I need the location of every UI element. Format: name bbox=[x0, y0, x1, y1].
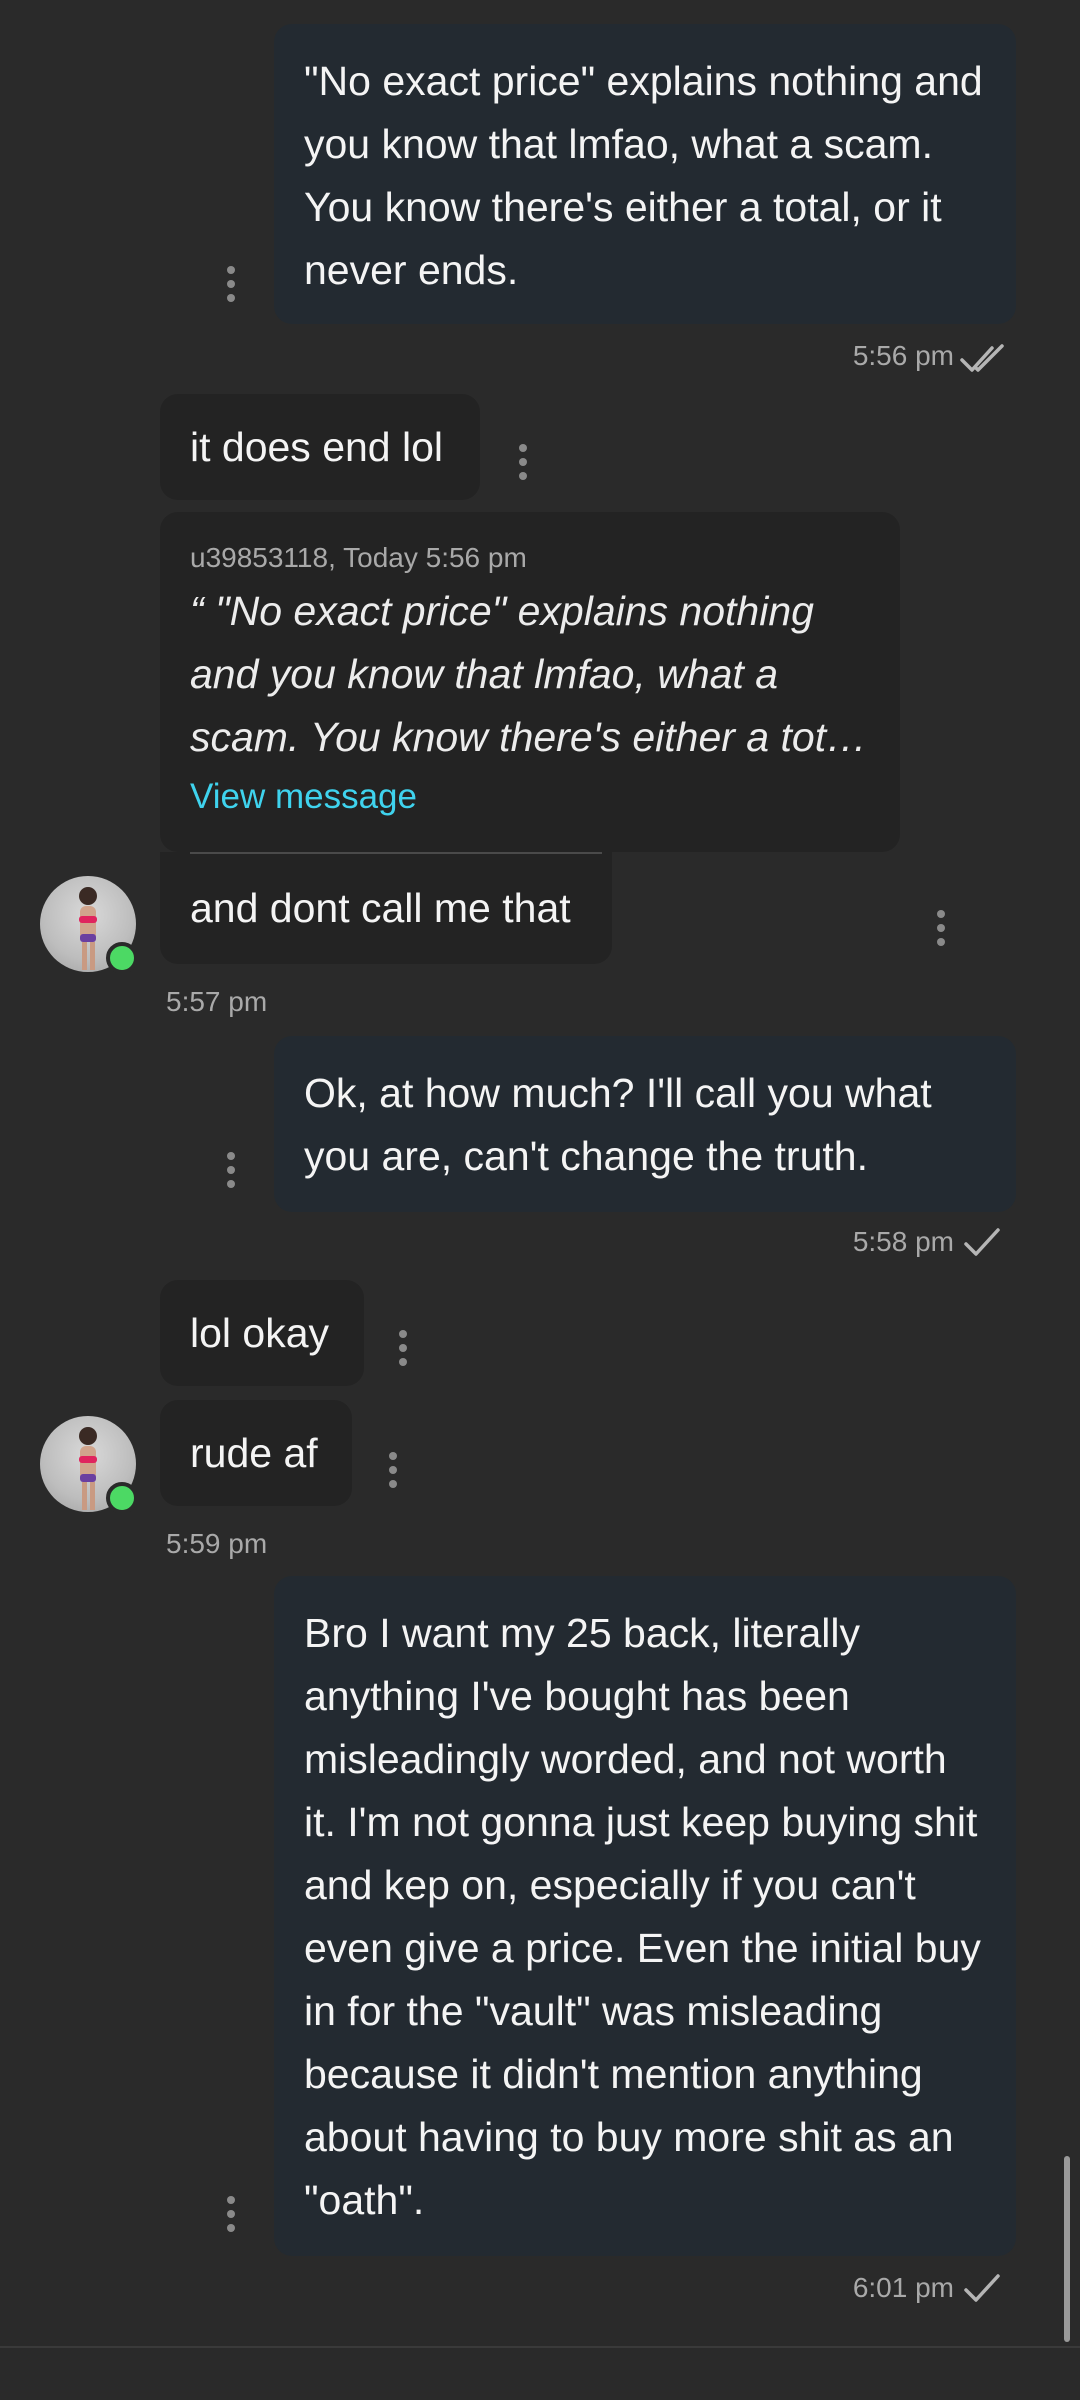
message-text: it does end lol bbox=[190, 423, 444, 470]
message-options-button[interactable] bbox=[388, 1452, 398, 1488]
scrollbar-thumb[interactable] bbox=[1064, 2156, 1070, 2342]
check-icon bbox=[962, 2272, 1002, 2309]
message-timestamp: 6:01 pm bbox=[852, 2272, 954, 2303]
double-check-icon bbox=[958, 342, 1008, 379]
outgoing-message[interactable]: "No exact price" explains nothing and yo… bbox=[274, 24, 1016, 324]
top-cut-timestamp bbox=[166, 0, 286, 2]
quoted-message-text: “ "No exact price" explains nothing and … bbox=[190, 588, 868, 760]
quoted-message-meta: u39853118, Today 5:56 pm bbox=[190, 542, 527, 573]
message-text: "No exact price" explains nothing and yo… bbox=[304, 58, 983, 293]
incoming-message[interactable]: rude af bbox=[160, 1400, 352, 1506]
divider bbox=[190, 852, 602, 854]
message-options-button[interactable] bbox=[518, 444, 528, 480]
message-options-button[interactable] bbox=[936, 910, 946, 946]
incoming-message[interactable]: it does end lol bbox=[160, 394, 480, 500]
message-text: and dont call me that bbox=[190, 884, 571, 931]
check-icon bbox=[962, 1226, 1002, 1263]
message-timestamp: 5:56 pm bbox=[852, 340, 954, 371]
message-text: Ok, at how much? I'll call you what you … bbox=[304, 1070, 932, 1179]
bottom-divider bbox=[0, 2346, 1080, 2348]
outgoing-message[interactable]: Ok, at how much? I'll call you what you … bbox=[274, 1036, 1016, 1212]
view-message-link[interactable]: View message bbox=[190, 777, 870, 817]
incoming-message[interactable]: lol okay bbox=[160, 1280, 364, 1386]
message-timestamp: 5:57 pm bbox=[166, 986, 268, 1017]
message-options-button[interactable] bbox=[226, 2196, 236, 2232]
outgoing-message[interactable]: Bro I want my 25 back, literally anythin… bbox=[274, 1576, 1016, 2256]
message-text: rude af bbox=[190, 1429, 318, 1476]
message-text: Bro I want my 25 back, literally anythin… bbox=[304, 1610, 981, 2223]
message-text: lol okay bbox=[190, 1309, 330, 1356]
message-timestamp: 5:58 pm bbox=[852, 1226, 954, 1257]
incoming-message-with-quote[interactable]: u39853118, Today 5:56 pm “ "No exact pri… bbox=[160, 512, 900, 852]
message-timestamp: 5:59 pm bbox=[166, 1528, 268, 1559]
online-status-dot bbox=[106, 942, 138, 974]
online-status-dot bbox=[106, 1482, 138, 1514]
incoming-message[interactable]: and dont call me that bbox=[160, 852, 612, 964]
message-options-button[interactable] bbox=[226, 266, 236, 302]
message-options-button[interactable] bbox=[226, 1152, 236, 1188]
message-options-button[interactable] bbox=[398, 1330, 408, 1366]
